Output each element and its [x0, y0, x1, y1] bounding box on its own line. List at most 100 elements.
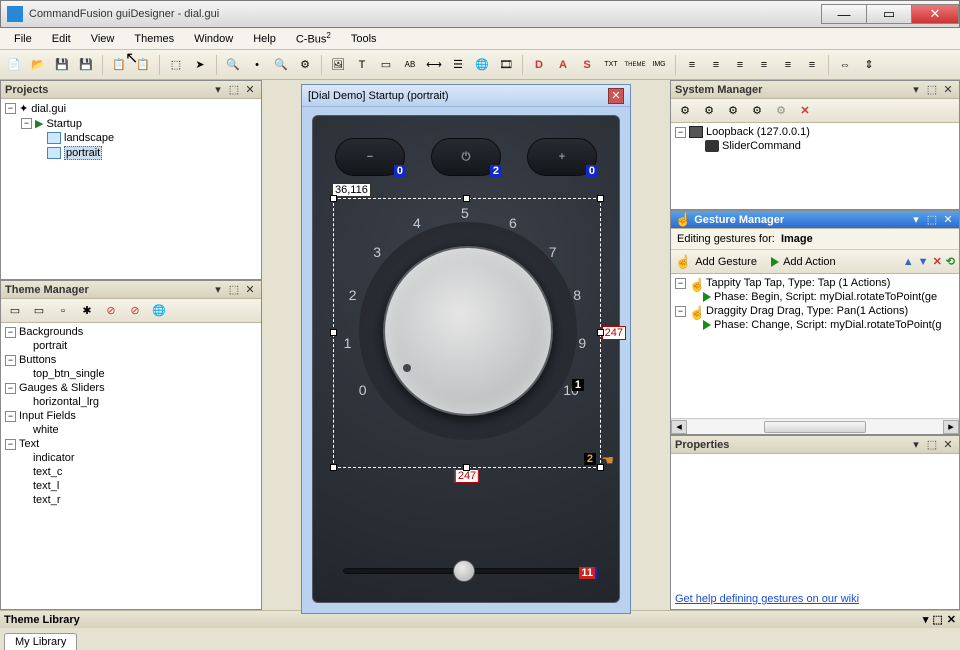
theme-manager-header[interactable]: Theme Manager ▾⬚✕ [1, 281, 261, 299]
gear-add-icon[interactable]: ⚙ [699, 101, 719, 121]
d-icon[interactable]: D [529, 55, 549, 75]
add-gesture-button[interactable]: Add Gesture [695, 256, 757, 268]
system-manager-header[interactable]: System Manager ▾⬚✕ [671, 81, 959, 99]
canvas-close-icon[interactable]: ✕ [608, 88, 624, 104]
projects-title: Projects [5, 84, 48, 96]
undo-icon[interactable]: ⟲ [946, 255, 955, 268]
selection-coord: 36,116 [332, 183, 371, 197]
txt-icon[interactable]: TXT [601, 55, 621, 75]
page-icon[interactable]: ▫ [53, 301, 73, 321]
save-all-icon[interactable]: 💾 [76, 55, 96, 75]
no-icon[interactable]: ⊘ [101, 301, 121, 321]
menu-tools[interactable]: Tools [341, 31, 387, 47]
folders-icon[interactable]: ▭ [29, 301, 49, 321]
input-icon[interactable]: AB [400, 55, 420, 75]
dropdown-icon[interactable]: ▾ [211, 83, 225, 96]
dist-v-icon[interactable]: ⇕ [859, 55, 879, 75]
server-icon [689, 126, 703, 138]
play-icon [703, 320, 711, 330]
gear-dim-icon[interactable]: ⚙ [771, 101, 791, 121]
list-icon[interactable]: ☰ [448, 55, 468, 75]
projects-panel-header[interactable]: Projects ▾⬚✕ [1, 81, 261, 99]
minimize-button[interactable]: — [821, 4, 867, 24]
gear-icon [705, 140, 719, 152]
new-icon[interactable]: 📄 [4, 55, 24, 75]
a-icon[interactable]: A [553, 55, 573, 75]
web-icon[interactable]: 🌐 [472, 55, 492, 75]
pin-icon[interactable]: ⬚ [227, 83, 241, 96]
theme-tree[interactable]: −Backgroundsportrait−Buttonstop_btn_sing… [1, 323, 261, 609]
system-tree[interactable]: −Loopback (127.0.0.1) SliderCommand [671, 123, 959, 209]
theme-manager-toolbar: ▭ ▭ ▫ ✱ ⊘ ⊘ 🌐 [1, 299, 261, 323]
align-t-icon[interactable]: ≡ [754, 55, 774, 75]
slider-icon[interactable]: ⟷ [424, 55, 444, 75]
delete-icon[interactable]: ⊘ [125, 301, 145, 321]
align-l-icon[interactable]: ≡ [682, 55, 702, 75]
menu-file[interactable]: File [4, 31, 42, 47]
menu-themes[interactable]: Themes [124, 31, 184, 47]
theme-icon[interactable]: THEME [625, 55, 645, 75]
expand-icon[interactable]: − [5, 103, 16, 114]
maximize-button[interactable]: ▭ [866, 4, 912, 24]
align-b-icon[interactable]: ≡ [802, 55, 822, 75]
s-icon[interactable]: S [577, 55, 597, 75]
gear-icon[interactable]: ⚙ [675, 101, 695, 121]
zoom-opt-icon[interactable]: ⚙ [295, 55, 315, 75]
device-preview[interactable]: −0 ⏻2 +0 012345678910 36,116 247 247 1 2… [312, 115, 620, 603]
scrollbar-h[interactable]: ◂▸ [671, 418, 959, 434]
gear-play-icon[interactable]: ⚙ [723, 101, 743, 121]
copy-icon[interactable]: 📋 [109, 55, 129, 75]
delete-icon[interactable]: ✕ [795, 101, 815, 121]
align-m-icon[interactable]: ≡ [778, 55, 798, 75]
pointer-icon[interactable]: ➤ [190, 55, 210, 75]
text-icon[interactable]: T [352, 55, 372, 75]
align-c-icon[interactable]: ≡ [706, 55, 726, 75]
menu-view[interactable]: View [81, 31, 125, 47]
theme-manager-title: Theme Manager [5, 284, 89, 296]
close-button[interactable]: ✕ [911, 4, 959, 24]
dist-h-icon[interactable]: ⇔ [835, 55, 855, 75]
menu-help[interactable]: Help [243, 31, 286, 47]
gear-star-icon[interactable]: ⚙ [747, 101, 767, 121]
zoom-in-icon[interactable]: 🔍 [271, 55, 291, 75]
app-icon [7, 6, 23, 22]
select-icon[interactable]: ⬚ [166, 55, 186, 75]
theme-library-tabs: My Library [0, 628, 960, 650]
add-action-button[interactable]: Add Action [783, 256, 836, 268]
help-link[interactable]: Get help defining gestures on our wiki [675, 593, 859, 605]
close-icon[interactable]: ✕ [243, 83, 257, 96]
menu-edit[interactable]: Edit [42, 31, 81, 47]
gesture-toolbar: ☝ Add Gesture Add Action ▲ ▼ ✕ ⟲ [671, 250, 959, 274]
slider-thumb[interactable] [453, 560, 475, 582]
video-icon[interactable]: 🎞 [496, 55, 516, 75]
zoom-dot-icon[interactable]: • [247, 55, 267, 75]
gesture-tree[interactable]: −☝Tappity Tap Tap, Type: Tap (1 Actions)… [671, 274, 959, 418]
selection-box[interactable]: 36,116 247 247 1 2 ☚ [333, 198, 601, 468]
selection-badge-2: 2 [584, 453, 596, 465]
save-icon[interactable]: 💾 [52, 55, 72, 75]
up-icon[interactable]: ▲ [903, 256, 914, 268]
globe-icon[interactable]: 🌐 [149, 301, 169, 321]
system-manager-toolbar: ⚙ ⚙ ⚙ ⚙ ⚙ ✕ [671, 99, 959, 123]
open-icon[interactable]: 📂 [28, 55, 48, 75]
expand-icon[interactable]: − [21, 118, 32, 129]
bug-icon[interactable]: ✱ [77, 301, 97, 321]
gesture-manager-header[interactable]: ☝ Gesture Manager ▾⬚✕ [671, 211, 959, 229]
delete-icon[interactable]: ✕ [933, 255, 942, 268]
paste-icon[interactable]: 📋 [133, 55, 153, 75]
align-r-icon[interactable]: ≡ [730, 55, 750, 75]
button-icon[interactable]: ▭ [376, 55, 396, 75]
properties-header[interactable]: Properties ▾⬚✕ [671, 436, 959, 454]
hand-icon: ☝ [675, 254, 691, 270]
down-icon[interactable]: ▼ [918, 256, 929, 268]
play-icon [771, 257, 779, 267]
zoom-out-icon[interactable]: 🔍 [223, 55, 243, 75]
menu-window[interactable]: Window [184, 31, 243, 47]
folder-icon[interactable]: ▭ [5, 301, 25, 321]
projects-tree[interactable]: −✦dial.gui −▶Startup landscape portrait [1, 99, 261, 279]
image-icon[interactable]: 🖼 [328, 55, 348, 75]
img-icon[interactable]: IMG [649, 55, 669, 75]
canvas-window: [Dial Demo] Startup (portrait) ✕ −0 ⏻2 +… [301, 84, 631, 614]
menu-cbus[interactable]: C-Bus2 [286, 29, 341, 48]
tab-my-library[interactable]: My Library [4, 633, 77, 650]
